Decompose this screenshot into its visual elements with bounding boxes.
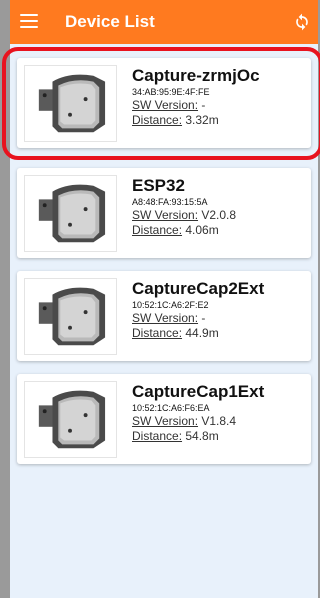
distance-row: Distance: 54.8m — [132, 429, 307, 444]
device-name: Capture-zrmjOc — [132, 66, 260, 85]
sw-version-row: SW Version: - — [132, 311, 307, 326]
device-card[interactable]: Capture-zrmjOc 34:AB:95:9E:4F:FE SW Vers… — [17, 58, 311, 148]
device-card[interactable]: CaptureCap2Ext 10:52:1C:A6:2F:E2 SW Vers… — [17, 271, 311, 361]
device-card[interactable]: ESP32 A8:48:FA:93:15:5A SW Version: V2.0… — [17, 168, 311, 258]
distance-label: Distance: — [132, 113, 183, 127]
sw-version-label: SW Version: — [132, 98, 199, 112]
distance-row: Distance: 4.06m — [132, 223, 307, 238]
device-mac: 10:52:1C:A6:F6:EA — [132, 403, 210, 413]
distance-row: Distance: 44.9m — [132, 326, 307, 341]
device-mac: A8:48:FA:93:15:5A — [132, 197, 208, 207]
distance-value: 44.9m — [185, 326, 219, 340]
sw-version-row: SW Version: V1.8.4 — [132, 414, 307, 429]
sw-version-value: V2.0.8 — [201, 208, 237, 222]
device-mac: 10:52:1C:A6:2F:E2 — [132, 300, 209, 310]
device-name: CaptureCap2Ext — [132, 279, 265, 298]
device-thumbnail — [24, 278, 117, 355]
distance-value: 54.8m — [185, 429, 219, 443]
top-app-bar: Device List — [10, 0, 318, 44]
distance-label: Distance: — [132, 223, 183, 237]
device-thumbnail — [24, 65, 117, 142]
sw-version-row: SW Version: V2.0.8 — [132, 208, 307, 223]
camera-device-icon — [38, 74, 106, 133]
device-thumbnail — [24, 381, 117, 458]
device-card[interactable]: CaptureCap1Ext 10:52:1C:A6:F6:EA SW Vers… — [17, 374, 311, 464]
distance-row: Distance: 3.32m — [132, 113, 307, 128]
device-thumbnail — [24, 175, 117, 252]
sw-version-label: SW Version: — [132, 208, 199, 222]
sw-version-value: - — [201, 311, 206, 325]
distance-value: 3.32m — [185, 113, 219, 127]
sw-version-label: SW Version: — [132, 311, 199, 325]
device-name: ESP32 — [132, 176, 185, 195]
hamburger-menu-icon[interactable] — [20, 14, 38, 28]
sw-version-row: SW Version: - — [132, 98, 307, 113]
app-screen: Device List Capture-zrmjOc 34:AB:95:9E:4… — [10, 0, 318, 598]
sw-version-value: V1.8.4 — [201, 414, 237, 428]
camera-device-icon — [38, 184, 106, 243]
device-mac: 34:AB:95:9E:4F:FE — [132, 87, 210, 97]
page-title: Device List — [65, 12, 155, 31]
camera-device-icon — [38, 390, 106, 449]
refresh-icon[interactable] — [292, 12, 312, 32]
device-name: CaptureCap1Ext — [132, 382, 265, 401]
sw-version-value: - — [201, 98, 206, 112]
distance-value: 4.06m — [185, 223, 219, 237]
camera-device-icon — [38, 287, 106, 346]
distance-label: Distance: — [132, 326, 183, 340]
distance-label: Distance: — [132, 429, 183, 443]
sw-version-label: SW Version: — [132, 414, 199, 428]
